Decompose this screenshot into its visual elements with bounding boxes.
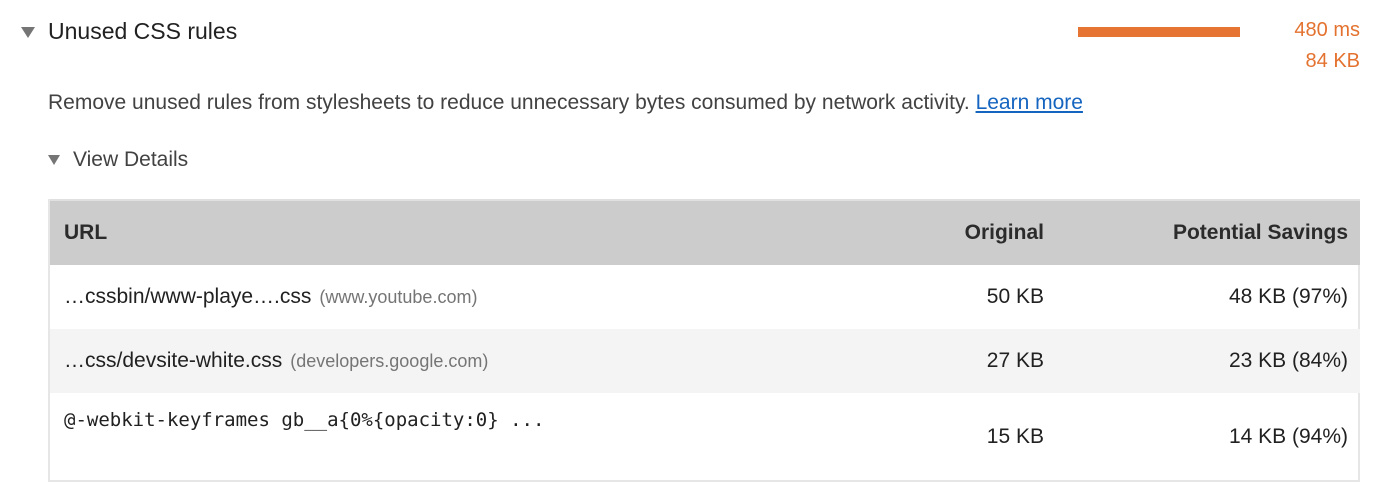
time-savings-metric: 480 ms xyxy=(1294,19,1360,41)
description-text: Remove unused rules from stylesheets to … xyxy=(48,91,970,114)
byte-savings-metric: 84 KB xyxy=(1305,50,1360,72)
column-header-original: Original xyxy=(964,221,1044,244)
savings-bar-fill xyxy=(1078,27,1240,37)
row-potential-savings: 23 KB (84%) xyxy=(1228,349,1348,372)
view-details-toggle[interactable]: View Details xyxy=(48,145,348,175)
savings-bar xyxy=(1078,27,1240,37)
column-header-potential-savings: Potential Savings xyxy=(1172,221,1348,244)
row-original-size: 50 KB xyxy=(986,285,1044,308)
view-details-label: View Details xyxy=(73,148,189,171)
row-url-cell: …cssbin/www-playe….css (www.youtube.com) xyxy=(64,282,477,312)
triangle-down-icon[interactable] xyxy=(48,155,60,165)
unused-css-audit: Unused CSS rules 480 ms 84 KB Remove unu… xyxy=(0,0,1380,503)
table-row: @-webkit-keyframes gb__a{0%{opacity:0} .… xyxy=(50,393,1360,481)
table-row: …cssbin/www-playe….css (www.youtube.com) … xyxy=(50,265,1360,329)
audit-title: Unused CSS rules xyxy=(48,18,238,44)
audit-header[interactable]: Unused CSS rules 480 ms 84 KB xyxy=(0,0,1380,80)
triangle-down-icon[interactable] xyxy=(21,27,35,38)
row-url-cell: …css/devsite-white.css (developers.google… xyxy=(64,346,488,376)
row-potential-savings: 14 KB (94%) xyxy=(1228,425,1348,448)
row-host: (developers.google.com) xyxy=(290,351,489,371)
audit-description: Remove unused rules from stylesheets to … xyxy=(48,88,1083,118)
learn-more-link[interactable]: Learn more xyxy=(976,91,1083,114)
row-potential-savings: 48 KB (97%) xyxy=(1228,285,1348,308)
column-header-url: URL xyxy=(64,221,108,244)
row-host: (www.youtube.com) xyxy=(319,287,478,307)
row-original-size: 15 KB xyxy=(986,425,1044,448)
row-original-size: 27 KB xyxy=(986,349,1044,372)
row-url-cell: @-webkit-keyframes gb__a{0%{opacity:0} .… xyxy=(64,405,544,435)
row-css-snippet: @-webkit-keyframes gb__a{0%{opacity:0} .… xyxy=(64,409,545,431)
row-url: …css/devsite-white.css xyxy=(64,349,283,372)
details-table: URL Original Potential Savings …cssbin/w… xyxy=(48,199,1360,482)
table-row: …css/devsite-white.css (developers.google… xyxy=(50,329,1360,393)
row-url: …cssbin/www-playe….css xyxy=(64,285,312,308)
table-header: URL Original Potential Savings xyxy=(50,199,1360,265)
